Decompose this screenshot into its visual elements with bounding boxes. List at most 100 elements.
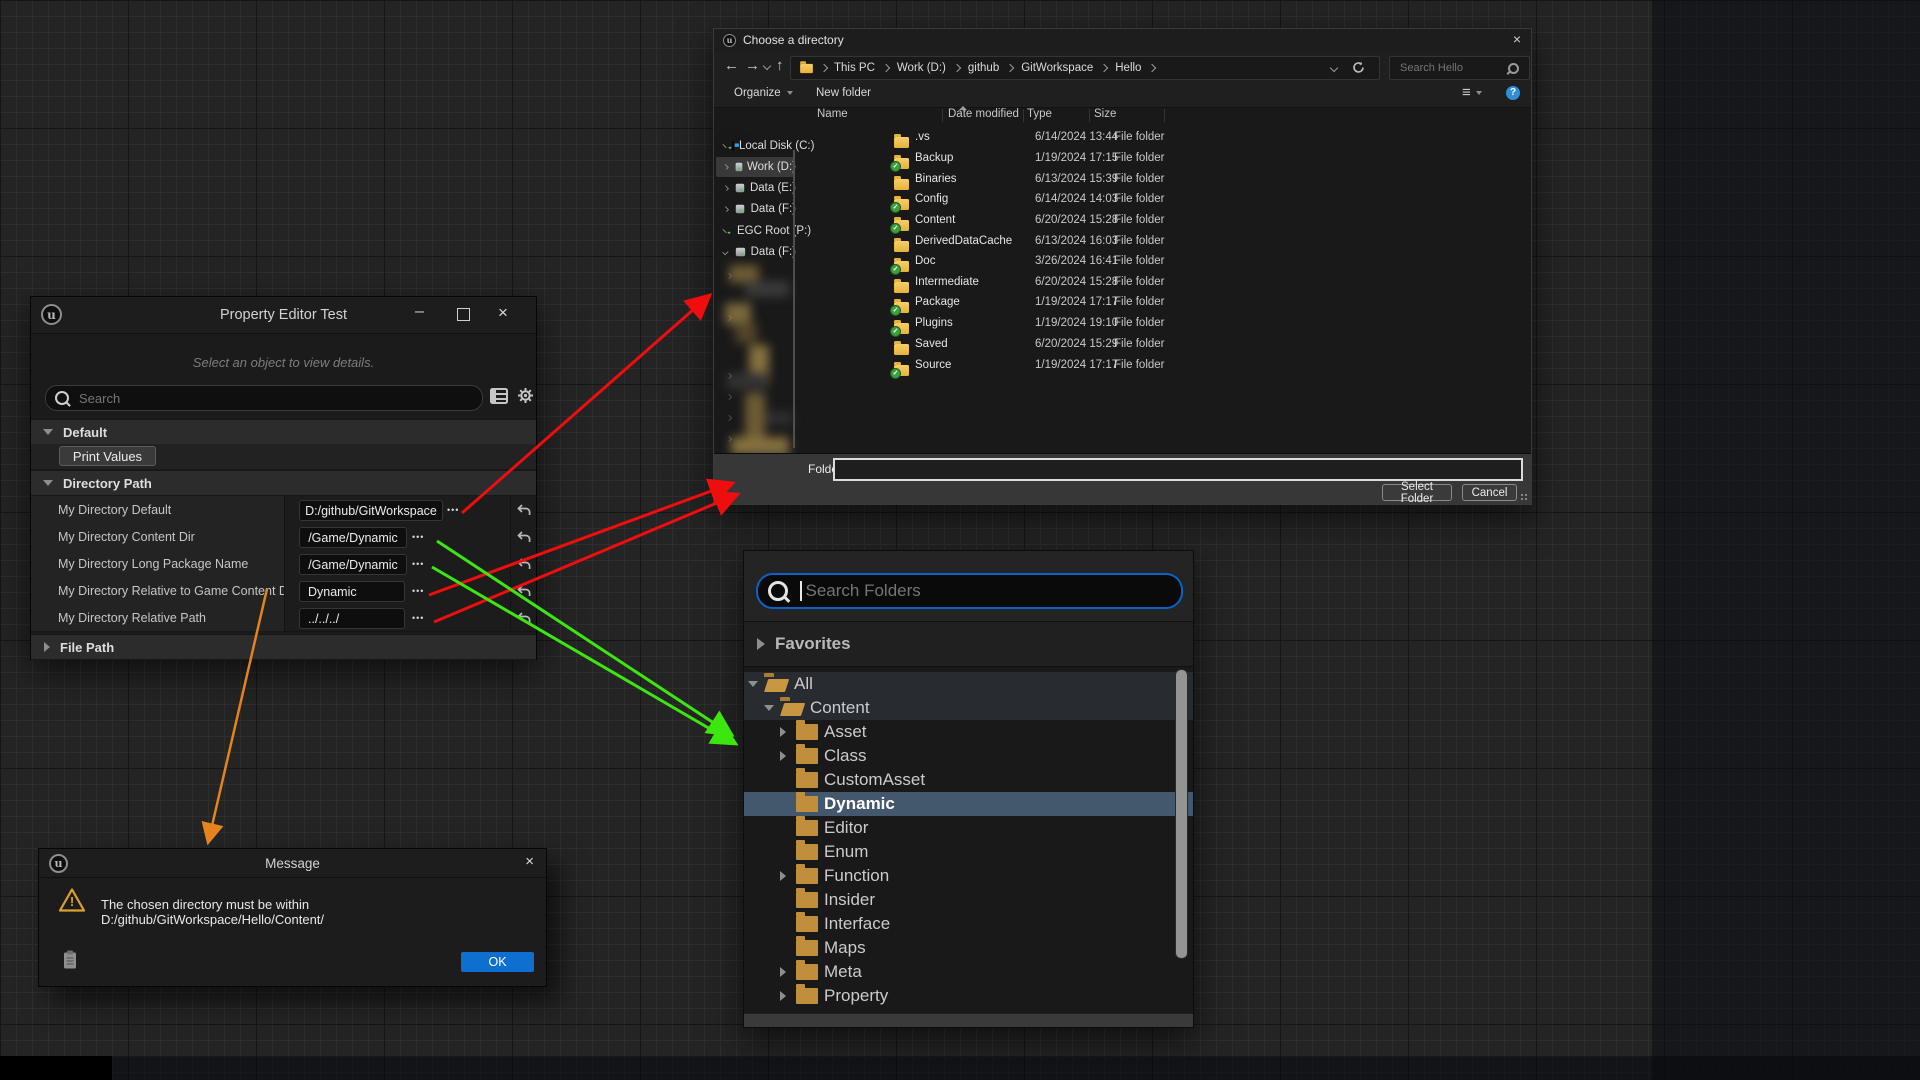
- cancel-button[interactable]: Cancel: [1462, 484, 1517, 501]
- directory-value-field[interactable]: /Game/Dynamic: [299, 527, 407, 548]
- directory-value-field[interactable]: Dynamic: [299, 581, 405, 602]
- dialog-search-input[interactable]: [1398, 61, 1508, 75]
- file-row[interactable]: ✓Config6/14/2024 14:03File folder: [801, 188, 1531, 209]
- property-editor-titlebar[interactable]: u Property Editor Test – ×: [31, 297, 536, 334]
- browse-ellipsis-button[interactable]: •••: [447, 505, 459, 515]
- breadcrumb-item[interactable]: Work (D:): [897, 62, 946, 74]
- print-values-button[interactable]: Print Values: [59, 446, 156, 466]
- chevron-right-icon[interactable]: [723, 229, 727, 233]
- dialog-titlebar[interactable]: u Choose a directory ×: [714, 29, 1531, 51]
- maximize-button[interactable]: [457, 308, 470, 321]
- directory-value-field[interactable]: ../../../: [299, 608, 405, 629]
- reset-to-default-icon[interactable]: [517, 585, 531, 597]
- tree-row-dynamic-selected[interactable]: Dynamic: [744, 792, 1193, 816]
- favorites-section[interactable]: Favorites: [744, 622, 1193, 667]
- sidebar-item-egc-root-p[interactable]: EGC Root (P:): [714, 221, 796, 241]
- file-row[interactable]: .vs6/14/2024 13:44File folder: [801, 126, 1531, 147]
- tree-row-asset[interactable]: Asset: [744, 720, 1193, 744]
- tree-row-maps[interactable]: Maps: [744, 936, 1193, 960]
- tree-row-customasset[interactable]: CustomAsset: [744, 768, 1193, 792]
- tree-row-content[interactable]: Content: [744, 696, 1193, 720]
- sidebar-item-data-f[interactable]: Data (F:): [714, 199, 796, 219]
- up-icon[interactable]: ↑: [776, 57, 784, 74]
- column-header-size[interactable]: Size: [1094, 108, 1116, 120]
- refresh-icon[interactable]: [1352, 61, 1365, 74]
- sidebar-item-data-f-expanded[interactable]: Data (F:): [714, 242, 796, 262]
- tree-row-enum[interactable]: Enum: [744, 840, 1193, 864]
- ok-button[interactable]: OK: [461, 952, 534, 972]
- file-row[interactable]: Binaries6/13/2024 15:39File folder: [801, 168, 1531, 189]
- section-header-file-path[interactable]: File Path: [31, 634, 536, 660]
- collapsed-arrow-icon[interactable]: [757, 638, 765, 650]
- column-header-type[interactable]: Type: [1027, 108, 1052, 120]
- tree-row-insider[interactable]: Insider: [744, 888, 1193, 912]
- file-row[interactable]: ✓Package1/19/2024 17:17File folder: [801, 291, 1531, 312]
- directory-value-field[interactable]: D:/github/GitWorkspace: [299, 500, 443, 521]
- chevron-right-icon[interactable]: [723, 144, 727, 148]
- folder-search-input[interactable]: [804, 580, 1182, 602]
- file-row[interactable]: ✓Backup1/19/2024 17:15File folder: [801, 147, 1531, 168]
- tree-scrollbar[interactable]: [1175, 669, 1188, 959]
- forward-icon[interactable]: →: [745, 57, 760, 74]
- section-header-directory-path[interactable]: Directory Path: [31, 470, 536, 496]
- tree-row-class[interactable]: Class: [744, 744, 1193, 768]
- settings-gear-icon[interactable]: [517, 387, 534, 404]
- breadcrumb-item[interactable]: GitWorkspace: [1021, 62, 1093, 74]
- tree-row-function[interactable]: Function: [744, 864, 1193, 888]
- expanded-arrow-icon[interactable]: [748, 681, 758, 687]
- collapsed-arrow-icon[interactable]: [780, 991, 786, 1001]
- close-icon[interactable]: ×: [525, 853, 534, 870]
- file-row[interactable]: DerivedDataCache6/13/2024 16:03File fold…: [801, 230, 1531, 251]
- browse-ellipsis-button[interactable]: •••: [412, 559, 424, 569]
- file-row[interactable]: Saved6/20/2024 15:29File folder: [801, 333, 1531, 354]
- tree-row-editor[interactable]: Editor: [744, 816, 1193, 840]
- close-icon[interactable]: ×: [1513, 31, 1521, 47]
- sidebar-item-data-e[interactable]: Data (E:): [714, 178, 796, 198]
- sidebar-scrollbar[interactable]: [793, 150, 795, 448]
- sidebar-item-local-disk-c[interactable]: Local Disk (C:): [714, 136, 796, 156]
- file-row[interactable]: ✓Plugins1/19/2024 19:10File folder: [801, 312, 1531, 333]
- collapsed-arrow-icon[interactable]: [780, 871, 786, 881]
- close-button[interactable]: ×: [498, 303, 508, 323]
- expanded-arrow-icon[interactable]: [764, 705, 774, 711]
- reset-to-default-icon[interactable]: [517, 531, 531, 543]
- file-row[interactable]: ✓Content6/20/2024 15:28File folder: [801, 209, 1531, 230]
- tree-row-meta[interactable]: Meta: [744, 960, 1193, 984]
- address-dropdown-chevron-icon[interactable]: [1330, 64, 1338, 72]
- reset-to-default-icon[interactable]: [517, 612, 531, 624]
- help-icon[interactable]: ?: [1506, 86, 1520, 100]
- details-search-bar[interactable]: [45, 385, 483, 411]
- resize-grip[interactable]: [1520, 493, 1528, 501]
- organize-menu-button[interactable]: Organize: [734, 87, 793, 99]
- sidebar-item-work-d[interactable]: Work (D:): [714, 157, 796, 177]
- collapsed-arrow-icon[interactable]: [780, 967, 786, 977]
- column-header-date-modified[interactable]: Date modified: [948, 108, 1019, 120]
- breadcrumb[interactable]: This PC Work (D:) github GitWorkspace He…: [790, 56, 1380, 80]
- folder-name-input[interactable]: [833, 458, 1523, 481]
- copy-to-clipboard-icon[interactable]: [63, 950, 77, 970]
- chevron-right-icon[interactable]: [723, 164, 728, 169]
- display-filter-icon[interactable]: [490, 388, 508, 404]
- new-folder-button[interactable]: New folder: [816, 87, 871, 99]
- back-icon[interactable]: ←: [724, 57, 739, 74]
- browse-ellipsis-button[interactable]: •••: [412, 586, 424, 596]
- section-header-default[interactable]: Default: [31, 419, 536, 445]
- breadcrumb-item[interactable]: Hello: [1115, 62, 1141, 74]
- breadcrumb-item[interactable]: This PC: [834, 62, 875, 74]
- file-row[interactable]: Intermediate6/20/2024 15:28File folder: [801, 271, 1531, 292]
- tree-row-interface[interactable]: Interface: [744, 912, 1193, 936]
- file-row[interactable]: ✓Source1/19/2024 17:17File folder: [801, 354, 1531, 375]
- file-row[interactable]: ✓Doc3/26/2024 16:41File folder: [801, 250, 1531, 271]
- reset-to-default-icon[interactable]: [517, 504, 531, 516]
- view-mode-button[interactable]: ≡: [1462, 86, 1482, 100]
- dialog-search-box[interactable]: [1389, 56, 1530, 80]
- browse-ellipsis-button[interactable]: •••: [412, 532, 424, 542]
- tree-row-all[interactable]: All: [744, 672, 1193, 696]
- breadcrumb-item[interactable]: github: [968, 62, 999, 74]
- folder-search-box[interactable]: [756, 573, 1183, 609]
- directory-value-field[interactable]: /Game/Dynamic: [299, 554, 407, 575]
- collapsed-arrow-icon[interactable]: [780, 727, 786, 737]
- tree-row-property[interactable]: Property: [744, 984, 1193, 1008]
- message-titlebar[interactable]: u Message ×: [39, 849, 546, 878]
- collapsed-arrow-icon[interactable]: [780, 751, 786, 761]
